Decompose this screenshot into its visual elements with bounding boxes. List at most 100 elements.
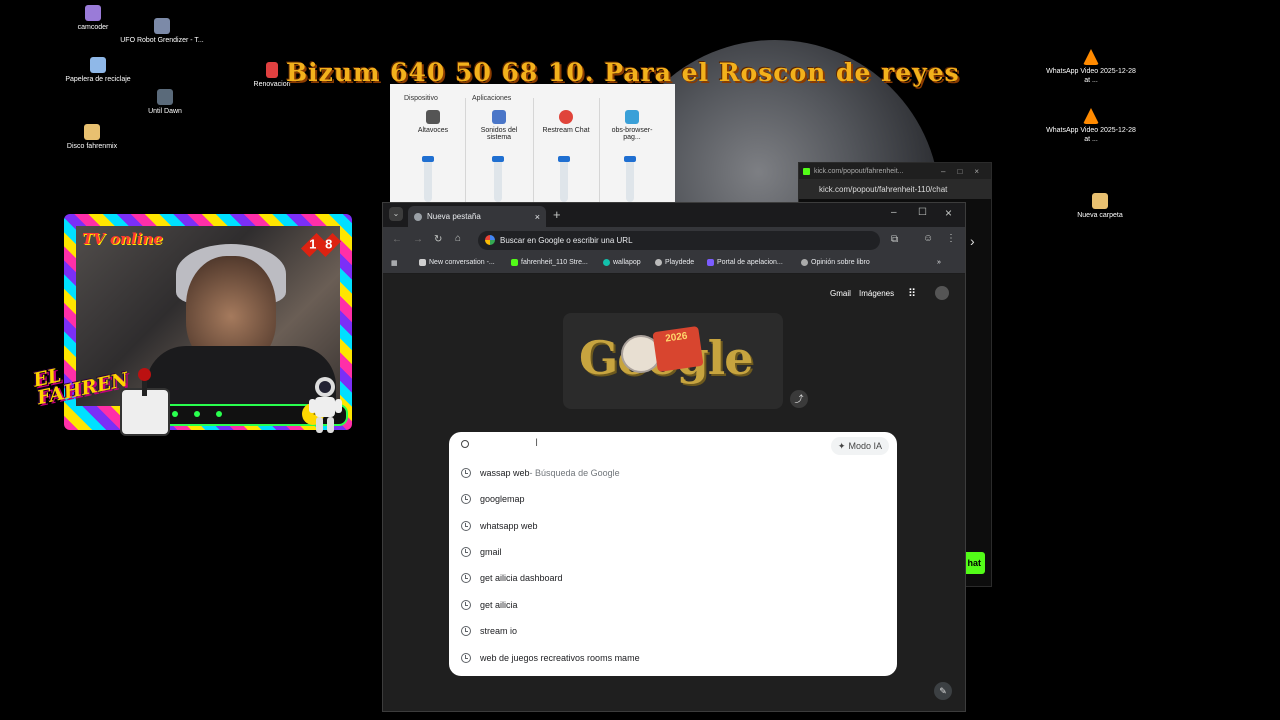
suggestion-item[interactable]: get ailicia dashboard [449, 565, 897, 591]
bookmark-icon [707, 259, 714, 266]
new-tab-icon[interactable]: + [553, 207, 561, 222]
desktop-icon-ufo-robot[interactable]: UFO Robot Grendizer - T... [117, 18, 207, 45]
volume-slider-altavoces[interactable] [422, 156, 434, 202]
menu-icon[interactable]: ⋮ [946, 233, 956, 244]
channel-label: Sonidos del sistema [480, 127, 518, 141]
desktop-icon-whatsapp-video-2[interactable]: WhatsApp Video 2025-12-28 at ... [1046, 108, 1136, 144]
more-bookmarks-icon[interactable]: » [937, 259, 941, 266]
bookmark-portal[interactable]: Portal de apelacion... [707, 259, 783, 266]
text-cursor: I [535, 437, 539, 449]
section-apps: Aplicaciones [472, 95, 512, 102]
channel-altavoces: Altavoces [404, 110, 462, 134]
back-icon[interactable]: ← [392, 234, 402, 245]
kick-icon [511, 259, 518, 266]
tab-nueva-pestana[interactable]: Nueva pestaña × [408, 206, 546, 227]
suggestion-item[interactable]: wassap web - Búsqueda de Google [449, 460, 897, 486]
bizum-overlay-text: Bizum 640 50 68 10. Para el Roscon de re… [286, 58, 960, 87]
suggestion-item[interactable]: stream io [449, 618, 897, 644]
bookmark-playdede[interactable]: Playdede [655, 259, 694, 266]
speaker-icon [426, 110, 440, 124]
home-icon[interactable]: ⌂ [455, 233, 461, 244]
pac-dot [172, 411, 178, 417]
bookmark-opinion[interactable]: Opinión sobre libro [801, 259, 870, 266]
volume-slider-obs[interactable] [624, 156, 636, 202]
suggestion-item[interactable]: googlemap [449, 486, 897, 512]
images-link[interactable]: Imágenes [859, 289, 894, 298]
apps-grid-icon[interactable]: ▦ [391, 259, 398, 267]
desktop-icon-disco-fahrenmix[interactable]: Disco fahrenmix [47, 124, 137, 151]
sparkle-search-icon: ✦ [837, 440, 846, 451]
slider-thumb[interactable] [558, 156, 570, 162]
desktop-icon-whatsapp-video-1[interactable]: WhatsApp Video 2025-12-28 at ... [1046, 49, 1136, 85]
desktop-icon-label: Nueva carpeta [1077, 212, 1123, 219]
suggestion-item[interactable]: web de juegos recreativos rooms mame [449, 645, 897, 671]
omnibox-placeholder: Buscar en Google o escribir una URL [500, 236, 633, 245]
close-window-icon[interactable]: × [945, 206, 952, 220]
bookmark-wallapop[interactable]: wallapop [603, 259, 641, 266]
calendar-book-icon: 2026 [652, 325, 704, 373]
system-sounds-icon [492, 110, 506, 124]
forward-icon[interactable]: → [413, 234, 423, 245]
suggestion-item[interactable]: gmail [449, 539, 897, 565]
profile-icon[interactable]: ☺ [923, 233, 933, 244]
omnibox[interactable]: Buscar en Google o escribir una URL [478, 231, 880, 250]
tv-online-label: TV online [82, 230, 163, 248]
globe-icon [801, 259, 808, 266]
channel-restream: Restream Chat [537, 110, 595, 134]
extensions-icon[interactable]: ⧉ [891, 234, 898, 245]
suggestion-item[interactable]: whatsapp web [449, 513, 897, 539]
bookmark-fahrenheit[interactable]: fahrenheit_110 Stre... [511, 259, 588, 266]
app-icon [85, 5, 101, 21]
customize-pencil-icon[interactable]: ✎ [934, 682, 952, 700]
recycle-bin-icon [90, 57, 106, 73]
volume-slider-restream[interactable] [558, 156, 570, 202]
google-doodle[interactable]: Google 2026 [563, 313, 783, 409]
chrome-side-arrow-icon[interactable]: › [970, 233, 975, 249]
folder-icon [84, 124, 100, 140]
channel-obs-browser: obs-browser-pag... [603, 110, 661, 141]
slider-thumb[interactable] [492, 156, 504, 162]
desktop-icon-recycle-bin[interactable]: Papelera de reciclaje [53, 57, 143, 84]
modo-ia-button[interactable]: ✦ Modo IA [830, 437, 889, 455]
section-device: Dispositivo [404, 95, 438, 102]
search-icon [461, 440, 469, 448]
window-controls[interactable]: –□× [941, 167, 991, 176]
slider-thumb[interactable] [624, 156, 636, 162]
maximize-icon[interactable]: ☐ [918, 207, 927, 218]
joystick-icon [120, 368, 170, 436]
google-apps-icon[interactable]: ⠿ [908, 287, 916, 300]
volume-slider-sonidos[interactable] [492, 156, 504, 202]
kick-icon [803, 167, 810, 175]
desktop-icon-label: Disco fahrenmix [66, 143, 118, 150]
kick-url-bar[interactable]: kick.com/popout/fahrenheit-110/chat [799, 179, 991, 199]
slider-thumb[interactable] [422, 156, 434, 162]
desktop-icon-label: UFO Robot Grendizer - T... [120, 37, 204, 44]
browser-icon [625, 110, 639, 124]
share-icon[interactable]: ⤴ [790, 390, 808, 408]
app-icon [157, 89, 173, 105]
astronaut-icon [309, 377, 342, 433]
close-tab-icon[interactable]: × [535, 212, 540, 222]
pac-dot [216, 411, 222, 417]
kick-url-text: kick.com/popout/fahrenheit-110/chat [819, 184, 948, 194]
desktop-icon-label: WhatsApp Video 2025-12-28 at ... [1046, 68, 1136, 84]
pac-dot [194, 411, 200, 417]
reload-icon[interactable]: ↻ [434, 234, 442, 245]
search-input[interactable]: I ✦ Modo IA [449, 432, 897, 460]
account-avatar[interactable] [935, 286, 949, 300]
gmail-link[interactable]: Gmail [830, 289, 851, 298]
divider [599, 98, 600, 202]
desktop-icon-until-dawn[interactable]: Until Dawn [120, 89, 210, 116]
history-icon [461, 468, 471, 478]
minimize-icon[interactable]: – [891, 207, 897, 218]
channel-sonidos: Sonidos del sistema [470, 110, 528, 141]
app-icon [154, 18, 170, 34]
bookmark-icon [419, 259, 426, 266]
bookmark-new-conversation[interactable]: New conversation -... [419, 259, 495, 266]
history-icon [461, 600, 471, 610]
vlc-icon [1083, 108, 1099, 124]
channel-label: Restream Chat [542, 127, 590, 134]
desktop-icon-nueva-carpeta[interactable]: Nueva carpeta [1055, 193, 1145, 220]
tab-search-icon[interactable]: ⌄ [389, 207, 403, 221]
suggestion-item[interactable]: get ailicia [449, 592, 897, 618]
